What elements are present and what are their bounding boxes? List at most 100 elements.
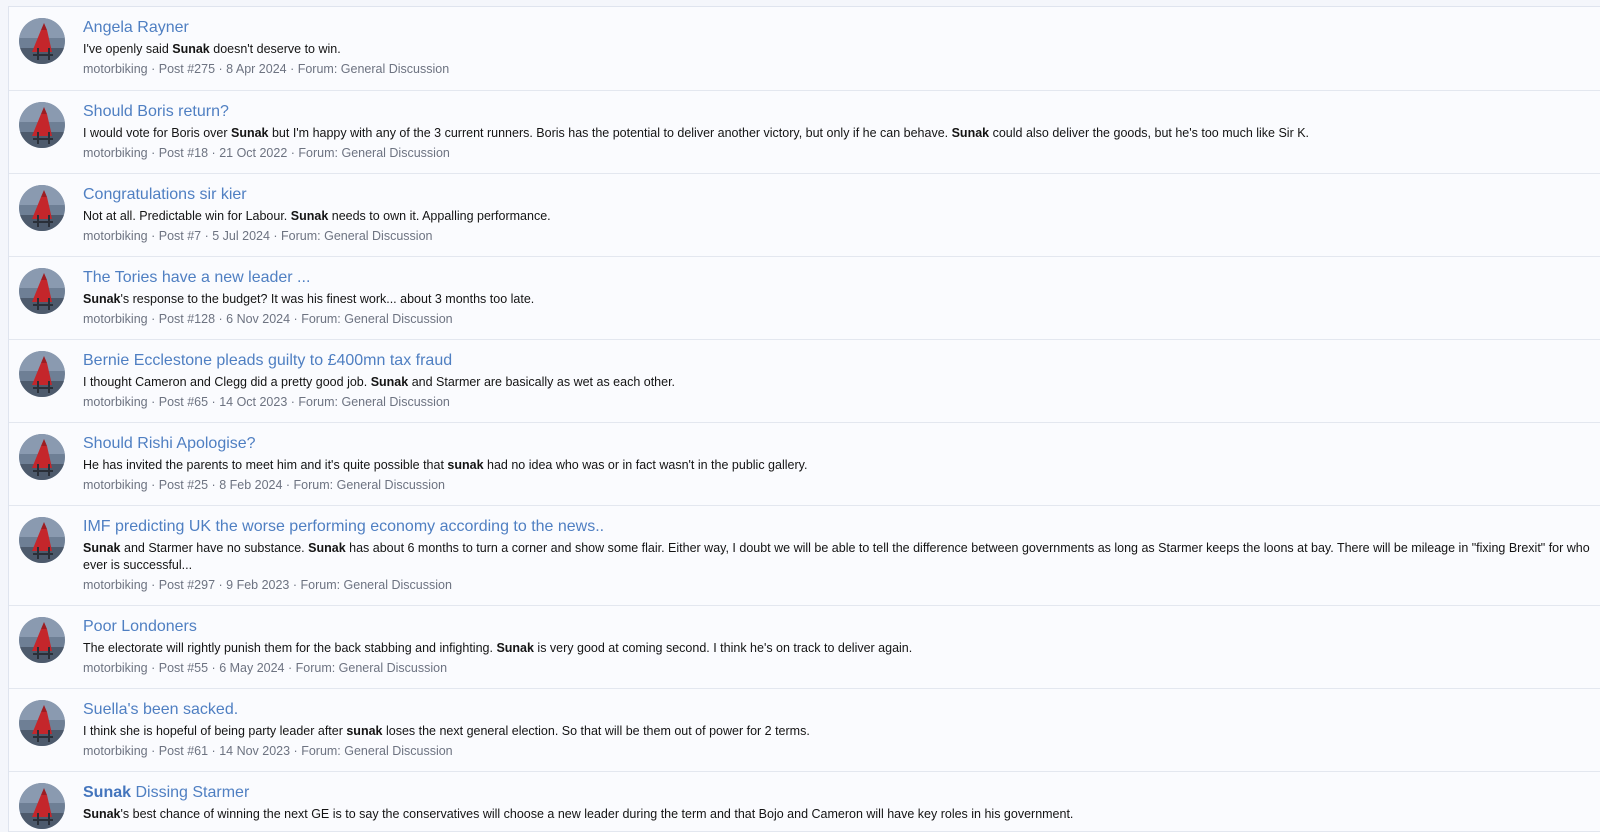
result-author-link[interactable]: motorbiking bbox=[83, 744, 148, 758]
avatar-icon[interactable] bbox=[19, 700, 65, 746]
result-forum-link[interactable]: Forum: General Discussion bbox=[298, 62, 449, 76]
result-post-number[interactable]: Post #65 bbox=[159, 395, 208, 409]
result-snippet-highlight: Sunak bbox=[172, 42, 210, 56]
result-title-text: Poor Londoners bbox=[83, 618, 197, 635]
search-result-row: Sunak Dissing Starmer Sunak's best chanc… bbox=[9, 772, 1600, 832]
avatar-icon[interactable] bbox=[19, 268, 65, 314]
result-forum-link[interactable]: Forum: General Discussion bbox=[301, 744, 452, 758]
result-forum-link[interactable]: Forum: General Discussion bbox=[301, 312, 452, 326]
meta-separator: · bbox=[215, 312, 227, 326]
result-author-link[interactable]: motorbiking bbox=[83, 478, 148, 492]
result-title-link[interactable]: Angela Rayner bbox=[83, 17, 1597, 38]
result-snippet-text: and Starmer have no substance. bbox=[120, 541, 309, 555]
result-post-number[interactable]: Post #55 bbox=[159, 661, 208, 675]
result-snippet-highlight: Sunak bbox=[230, 126, 269, 140]
result-forum-link[interactable]: Forum: General Discussion bbox=[281, 229, 432, 243]
result-snippet-text: 's response to the budget? It was his fi… bbox=[120, 292, 535, 306]
result-post-number[interactable]: Post #25 bbox=[159, 478, 208, 492]
result-snippet-text: The electorate will rightly punish them … bbox=[83, 641, 497, 655]
result-title-link[interactable]: Sunak Dissing Starmer bbox=[83, 782, 1597, 803]
result-forum-link[interactable]: Forum: General Discussion bbox=[296, 661, 447, 675]
avatar-icon[interactable] bbox=[19, 517, 65, 563]
meta-separator: · bbox=[147, 395, 159, 409]
result-snippet-text: I would vote for Boris over bbox=[83, 126, 231, 140]
result-snippet-highlight: Sunak bbox=[496, 641, 534, 655]
result-author-link[interactable]: motorbiking bbox=[83, 312, 148, 326]
result-body: The Tories have a new leader ... Sunak's… bbox=[83, 267, 1600, 328]
result-snippet: I would vote for Boris over Sunak but I'… bbox=[83, 125, 1597, 142]
result-post-number[interactable]: Post #61 bbox=[159, 744, 208, 758]
result-post-number[interactable]: Post #128 bbox=[159, 312, 215, 326]
search-result-row: Bernie Ecclestone pleads guilty to £400m… bbox=[9, 340, 1600, 423]
result-title-link[interactable]: The Tories have a new leader ... bbox=[83, 267, 1597, 288]
result-title-link[interactable]: Should Boris return? bbox=[83, 101, 1597, 122]
result-body: Bernie Ecclestone pleads guilty to £400m… bbox=[83, 350, 1600, 411]
avatar-icon[interactable] bbox=[19, 783, 65, 829]
meta-separator: · bbox=[208, 395, 220, 409]
meta-separator: · bbox=[282, 478, 294, 492]
result-meta: motorbiking · Post #65 · 14 Oct 2023 · F… bbox=[83, 394, 1597, 411]
result-forum-link[interactable]: Forum: General Discussion bbox=[301, 578, 452, 592]
search-result-row: Poor Londoners The electorate will right… bbox=[9, 606, 1600, 689]
meta-separator: · bbox=[208, 661, 220, 675]
avatar-icon[interactable] bbox=[19, 18, 65, 64]
meta-separator: · bbox=[147, 744, 159, 758]
result-snippet-text: but I'm happy with any of the 3 current … bbox=[268, 126, 952, 140]
result-forum-link[interactable]: Forum: General Discussion bbox=[294, 478, 445, 492]
result-author-link[interactable]: motorbiking bbox=[83, 661, 148, 675]
result-post-number[interactable]: Post #18 bbox=[159, 146, 208, 160]
result-snippet: I've openly said Sunak doesn't deserve t… bbox=[83, 41, 1597, 58]
result-title-link[interactable]: Poor Londoners bbox=[83, 616, 1597, 637]
meta-separator: · bbox=[290, 312, 302, 326]
result-date: 8 Apr 2024 bbox=[226, 62, 287, 76]
meta-separator: · bbox=[269, 229, 282, 243]
result-body: IMF predicting UK the worse performing e… bbox=[83, 516, 1600, 594]
result-author-link[interactable]: motorbiking bbox=[83, 229, 148, 243]
result-meta: motorbiking · Post #275 · 8 Apr 2024 · F… bbox=[83, 61, 1597, 78]
result-date: 6 May 2024 bbox=[219, 661, 285, 675]
result-author-link[interactable]: motorbiking bbox=[83, 395, 148, 409]
result-title-link[interactable]: Congratulations sir kier bbox=[83, 184, 1597, 205]
result-author-link[interactable]: motorbiking bbox=[83, 578, 148, 592]
result-forum-link[interactable]: Forum: General Discussion bbox=[298, 146, 449, 160]
result-post-number[interactable]: Post #7 bbox=[159, 229, 201, 243]
search-result-row: Should Boris return? I would vote for Bo… bbox=[9, 91, 1600, 174]
result-post-number[interactable]: Post #297 bbox=[159, 578, 215, 592]
result-forum-link[interactable]: Forum: General Discussion bbox=[298, 395, 449, 409]
result-meta: motorbiking · Post #61 · 14 Nov 2023 · F… bbox=[83, 743, 1597, 760]
result-snippet-highlight: Sunak bbox=[370, 375, 409, 389]
result-title-text: Dissing Starmer bbox=[131, 784, 250, 801]
result-snippet-text: He has invited the parents to meet him a… bbox=[83, 458, 448, 472]
meta-separator: · bbox=[290, 744, 302, 758]
result-title-link[interactable]: Suella's been sacked. bbox=[83, 699, 1597, 720]
result-date: 14 Oct 2023 bbox=[219, 395, 288, 409]
avatar-icon[interactable] bbox=[19, 185, 65, 231]
result-title-text: Bernie Ecclestone pleads guilty to £400m… bbox=[83, 352, 453, 369]
result-snippet-text: 's best chance of winning the next GE is… bbox=[120, 807, 1074, 821]
avatar-icon[interactable] bbox=[19, 617, 65, 663]
result-snippet: The electorate will rightly punish them … bbox=[83, 640, 1597, 657]
result-date: 5 Jul 2024 bbox=[212, 229, 270, 243]
result-title-link[interactable]: Bernie Ecclestone pleads guilty to £400m… bbox=[83, 350, 1597, 371]
result-snippet-text: I thought Cameron and Clegg did a pretty… bbox=[83, 375, 371, 389]
search-results-list: Angela Rayner I've openly said Sunak doe… bbox=[8, 6, 1600, 832]
result-title-text: The Tories have a new leader ... bbox=[83, 269, 311, 286]
avatar-icon[interactable] bbox=[19, 351, 65, 397]
result-date: 9 Feb 2023 bbox=[226, 578, 290, 592]
result-snippet: Sunak's best chance of winning the next … bbox=[83, 806, 1597, 823]
result-title-link[interactable]: IMF predicting UK the worse performing e… bbox=[83, 516, 1597, 537]
meta-separator: · bbox=[208, 744, 220, 758]
result-date: 21 Oct 2022 bbox=[219, 146, 288, 160]
result-snippet-text: could also deliver the goods, but he's t… bbox=[989, 126, 1310, 140]
avatar-icon[interactable] bbox=[19, 102, 65, 148]
result-author-link[interactable]: motorbiking bbox=[83, 62, 148, 76]
result-body: Should Boris return? I would vote for Bo… bbox=[83, 101, 1600, 162]
result-title-link[interactable]: Should Rishi Apologise? bbox=[83, 433, 1597, 454]
result-snippet: I think she is hopeful of being party le… bbox=[83, 723, 1597, 740]
avatar-icon[interactable] bbox=[19, 434, 65, 480]
meta-separator: · bbox=[147, 478, 159, 492]
result-meta: motorbiking · Post #128 · 6 Nov 2024 · F… bbox=[83, 311, 1597, 328]
result-author-link[interactable]: motorbiking bbox=[83, 146, 148, 160]
result-post-number[interactable]: Post #275 bbox=[159, 62, 215, 76]
meta-separator: · bbox=[147, 312, 159, 326]
